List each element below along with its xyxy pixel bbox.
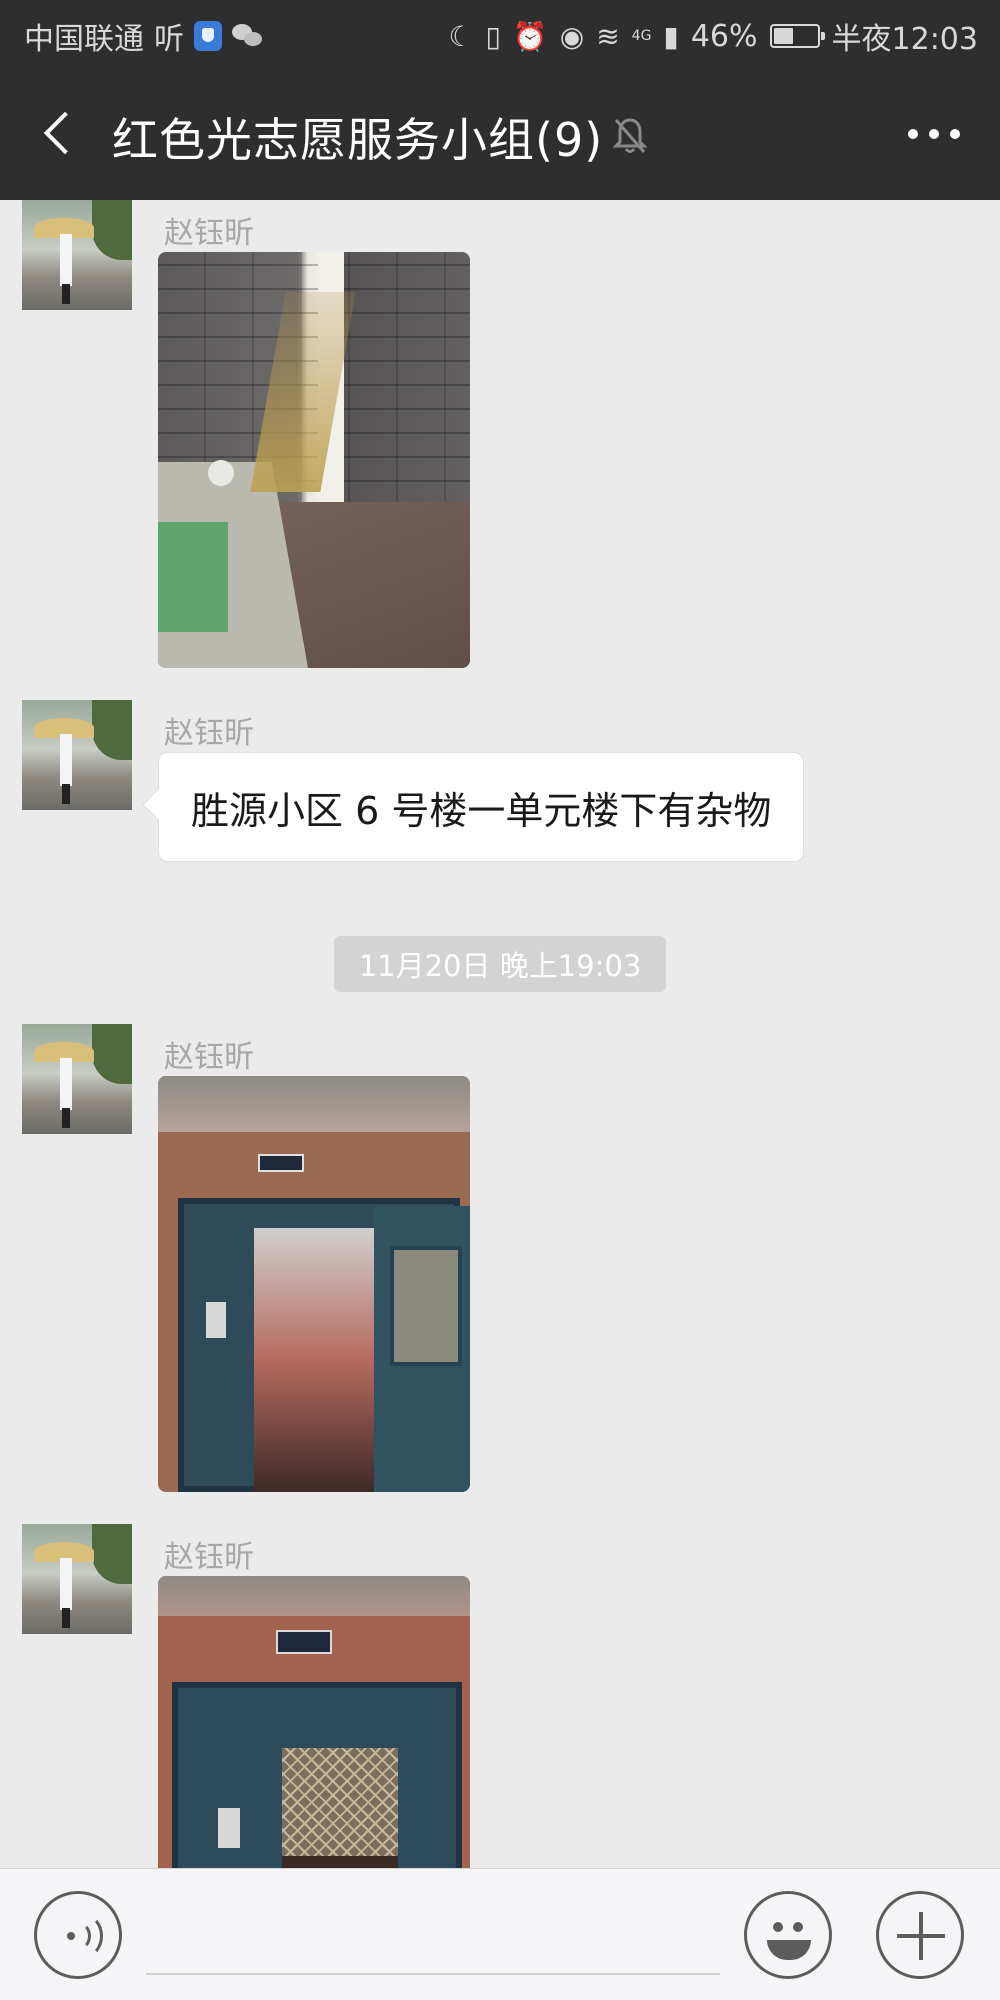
timestamp-label: 11月20日 晚上19:03 xyxy=(334,936,666,992)
avatar[interactable] xyxy=(22,700,132,810)
wifi-icon: ≋ xyxy=(596,19,620,53)
signal-icon: ▮ xyxy=(663,19,679,53)
shield-icon xyxy=(194,21,222,51)
sender-name: 赵钰昕 xyxy=(164,1540,254,1575)
battery-fill xyxy=(773,28,793,44)
back-arrow-icon[interactable] xyxy=(36,108,84,160)
sender-name: 赵钰昕 xyxy=(164,216,254,251)
network-type: 4G xyxy=(631,28,652,44)
input-bar xyxy=(0,1868,1000,2000)
chat-header: 红色光志愿服务小组(9) xyxy=(0,68,1000,200)
eye-icon: ◉ xyxy=(559,19,585,53)
wechat-icon xyxy=(232,22,264,50)
battery-icon xyxy=(769,24,825,48)
status-bar: 中国联通 听 ☾ ▯ ⏰ ◉ ≋ 4G ▮ 46% 半夜12:03 xyxy=(0,0,1000,68)
avatar[interactable] xyxy=(22,200,132,310)
smiley-icon xyxy=(767,1940,811,1960)
clock: 半夜12:03 xyxy=(831,22,978,57)
text-message-bubble[interactable]: 胜源小区 6 号楼一单元楼下有杂物 xyxy=(158,752,805,862)
image-message[interactable] xyxy=(158,1076,470,1492)
sender-name: 赵钰昕 xyxy=(164,716,254,751)
avatar[interactable] xyxy=(22,1524,132,1634)
more-actions-plus-button[interactable] xyxy=(876,1891,964,1979)
chat-title: 红色光志愿服务小组(9) xyxy=(112,113,604,167)
sender-name: 赵钰昕 xyxy=(164,1040,254,1075)
image-message[interactable] xyxy=(158,252,470,668)
carrier-extra: 听 xyxy=(154,22,184,57)
alarm-icon: ⏰ xyxy=(512,19,548,53)
mute-bell-icon xyxy=(612,118,648,153)
battery-percent: 46% xyxy=(690,18,758,54)
moon-icon: ☾ xyxy=(448,19,474,53)
voice-input-button[interactable] xyxy=(34,1891,122,1979)
more-options-icon[interactable] xyxy=(908,120,960,148)
emoji-button[interactable] xyxy=(744,1891,832,1979)
avatar[interactable] xyxy=(22,1024,132,1134)
message-input[interactable] xyxy=(146,1895,720,1975)
vibrate-icon: ▯ xyxy=(485,19,501,53)
carrier-name: 中国联通 xyxy=(24,22,144,57)
